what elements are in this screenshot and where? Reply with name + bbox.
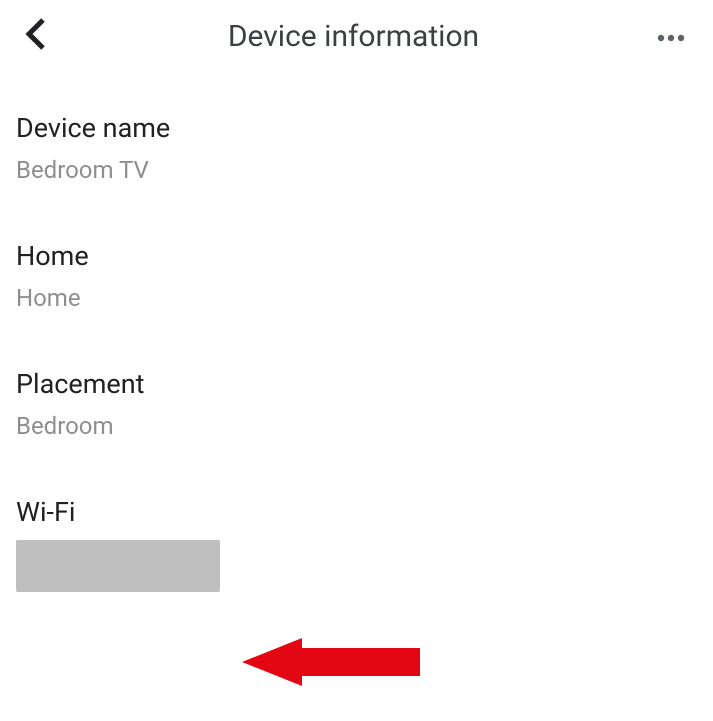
wifi-label: Wi-Fi	[16, 496, 697, 528]
home-value: Home	[16, 284, 697, 312]
placement-row[interactable]: Placement Bedroom	[16, 368, 697, 440]
chevron-left-icon	[25, 18, 47, 54]
more-options-button[interactable]	[653, 18, 689, 54]
home-label: Home	[16, 240, 697, 272]
placement-value: Bedroom	[16, 412, 697, 440]
page-title: Device information	[54, 19, 653, 54]
placement-label: Placement	[16, 368, 697, 400]
content: Device name Bedroom TV Home Home Placeme…	[0, 72, 713, 592]
home-row[interactable]: Home Home	[16, 240, 697, 312]
arrow-left-icon	[242, 675, 422, 694]
device-name-label: Device name	[16, 112, 697, 144]
wifi-row[interactable]: Wi-Fi	[16, 496, 697, 592]
header: Device information	[0, 0, 713, 72]
wifi-value-redacted	[16, 540, 220, 592]
device-name-value: Bedroom TV	[16, 156, 697, 184]
device-name-row[interactable]: Device name Bedroom TV	[16, 112, 697, 184]
back-button[interactable]	[18, 18, 54, 54]
more-horizontal-icon	[657, 27, 685, 46]
annotation-arrow	[242, 634, 422, 694]
